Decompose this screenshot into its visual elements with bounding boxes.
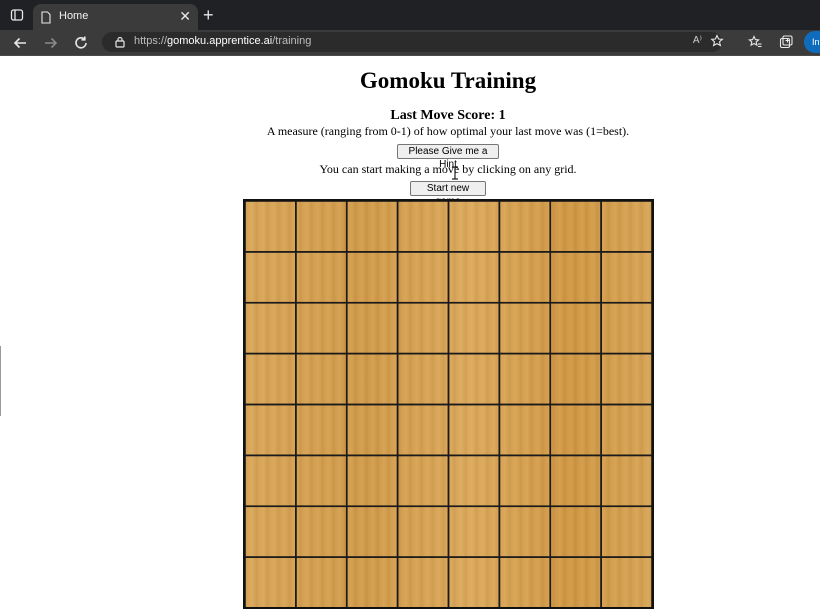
tab-title: Home xyxy=(59,10,89,22)
back-arrow-icon[interactable] xyxy=(11,34,29,52)
browser-tab-home[interactable]: Home ✕ xyxy=(33,4,198,30)
board-cell[interactable] xyxy=(396,505,450,558)
board-cell[interactable] xyxy=(295,251,348,304)
board-cell[interactable] xyxy=(447,251,501,304)
lock-icon[interactable] xyxy=(114,36,126,48)
new-game-button[interactable]: Start new game xyxy=(410,181,486,207)
board-cell[interactable] xyxy=(498,403,552,457)
tab-actions-icon[interactable] xyxy=(10,8,24,22)
hint-button[interactable]: Please Give me a Hint xyxy=(397,144,499,170)
board-cell[interactable] xyxy=(498,251,552,304)
board-cell[interactable] xyxy=(498,556,552,607)
board-cell[interactable] xyxy=(245,251,297,304)
url-prefix: https:// xyxy=(134,35,168,47)
score-description: A measure (ranging from 0-1) of how opti… xyxy=(266,124,630,138)
board-grid[interactable] xyxy=(245,201,652,607)
board-cell[interactable] xyxy=(345,505,399,558)
board-cell[interactable] xyxy=(549,454,602,508)
board-cell[interactable] xyxy=(396,556,450,607)
gomoku-board[interactable] xyxy=(243,199,654,609)
board-cell[interactable] xyxy=(295,505,348,558)
tab-strip: Home ✕ + xyxy=(0,0,820,30)
board-cell[interactable] xyxy=(245,403,297,457)
board-cell[interactable] xyxy=(600,352,652,406)
page-icon xyxy=(41,11,51,24)
board-cell[interactable] xyxy=(295,454,348,508)
board-cell[interactable] xyxy=(447,352,501,406)
board-cell[interactable] xyxy=(245,352,297,406)
board-cell[interactable] xyxy=(600,251,652,304)
board-cell[interactable] xyxy=(549,556,602,607)
board-cell[interactable] xyxy=(498,505,552,558)
url-text[interactable]: https://gomoku.apprentice.ai/training xyxy=(134,35,311,47)
board-cell[interactable] xyxy=(447,403,501,457)
board-cell[interactable] xyxy=(396,352,450,406)
board-cell[interactable] xyxy=(549,251,602,304)
new-tab-button[interactable]: + xyxy=(203,5,214,25)
board-cell[interactable] xyxy=(600,556,652,607)
refresh-icon[interactable] xyxy=(72,34,90,52)
instruction-text: You can start making a move by clicking … xyxy=(319,162,577,176)
board-cell[interactable] xyxy=(396,251,450,304)
forward-arrow-icon[interactable] xyxy=(42,34,60,52)
board-cell[interactable] xyxy=(345,556,399,607)
profile-button[interactable]: In xyxy=(804,31,820,53)
board-cell[interactable] xyxy=(245,556,297,607)
close-tab-icon[interactable]: ✕ xyxy=(179,8,191,24)
board-cell[interactable] xyxy=(345,352,399,406)
board-cell[interactable] xyxy=(345,454,399,508)
board-cell[interactable] xyxy=(447,301,501,355)
board-cell[interactable] xyxy=(396,201,450,253)
board-cell[interactable] xyxy=(447,454,501,508)
board-cell[interactable] xyxy=(245,505,297,558)
page-content: Gomoku Training Last Move Score: 1 A mea… xyxy=(0,56,820,609)
board-cell[interactable] xyxy=(447,556,501,607)
board-cell[interactable] xyxy=(549,201,602,253)
board-cell[interactable] xyxy=(396,403,450,457)
board-cell[interactable] xyxy=(549,403,602,457)
browser-toolbar: https://gomoku.apprentice.ai/training A⁾ xyxy=(0,30,820,56)
board-cell[interactable] xyxy=(245,301,297,355)
page-edge-divider xyxy=(0,346,1,416)
text-cursor-icon xyxy=(452,166,458,180)
board-cell[interactable] xyxy=(345,301,399,355)
board-cell[interactable] xyxy=(498,301,552,355)
board-cell[interactable] xyxy=(447,201,501,253)
page-title: Gomoku Training xyxy=(359,68,537,93)
board-cell[interactable] xyxy=(498,454,552,508)
board-cell[interactable] xyxy=(245,201,297,253)
board-cell[interactable] xyxy=(295,301,348,355)
board-cell[interactable] xyxy=(245,454,297,508)
board-cell[interactable] xyxy=(549,301,602,355)
board-cell[interactable] xyxy=(498,201,552,253)
board-cell[interactable] xyxy=(498,352,552,406)
board-cell[interactable] xyxy=(396,454,450,508)
address-bar[interactable]: https://gomoku.apprentice.ai/training A⁾ xyxy=(102,32,724,52)
board-cell[interactable] xyxy=(345,403,399,457)
read-aloud-icon[interactable]: A⁾ xyxy=(693,35,702,46)
board-cell[interactable] xyxy=(295,201,348,253)
collections-icon[interactable] xyxy=(779,35,793,49)
board-cell[interactable] xyxy=(396,301,450,355)
board-cell[interactable] xyxy=(600,301,652,355)
add-favorite-icon[interactable] xyxy=(710,34,724,48)
board-cell[interactable] xyxy=(447,505,501,558)
board-cell[interactable] xyxy=(600,201,652,253)
board-cell[interactable] xyxy=(549,352,602,406)
board-cell[interactable] xyxy=(600,505,652,558)
board-cell[interactable] xyxy=(549,505,602,558)
favorites-icon[interactable] xyxy=(748,35,762,49)
board-cell[interactable] xyxy=(295,403,348,457)
board-cell[interactable] xyxy=(295,352,348,406)
board-cell[interactable] xyxy=(345,251,399,304)
board-cell[interactable] xyxy=(345,201,399,253)
board-cell[interactable] xyxy=(600,403,652,457)
url-host: gomoku.apprentice.ai xyxy=(167,35,273,47)
last-move-score: Last Move Score: 1 xyxy=(390,108,506,123)
board-cell[interactable] xyxy=(295,556,348,607)
url-path: /training xyxy=(272,35,312,47)
board-cell[interactable] xyxy=(600,454,652,508)
